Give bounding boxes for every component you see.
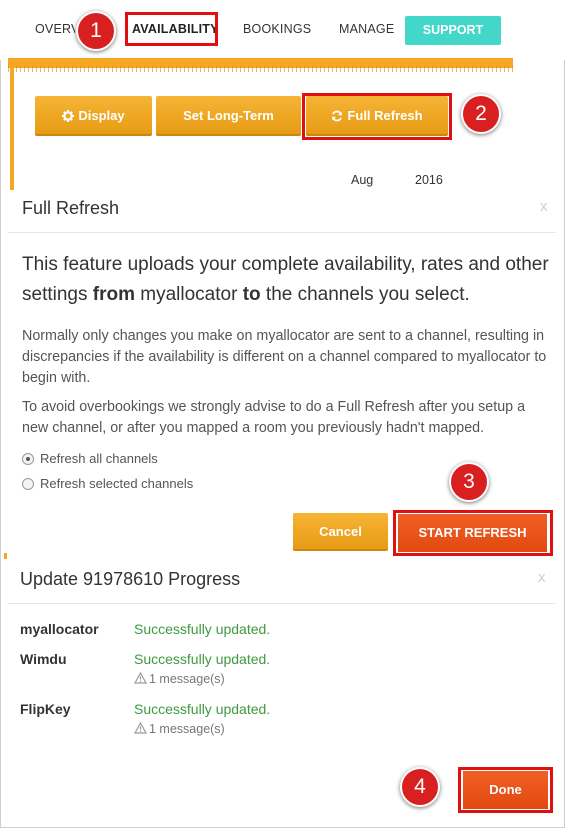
nav-bookings[interactable]: BOOKINGS	[243, 22, 311, 36]
radio-refresh-all-label: Refresh all channels	[40, 451, 158, 466]
radio-refresh-selected[interactable]: Refresh selected channels	[22, 476, 193, 491]
nav-support-button[interactable]: SUPPORT	[405, 16, 501, 45]
result-status-flipkey: Successfully updated.	[134, 701, 271, 717]
result-channel-wimdu: Wimdu	[20, 651, 67, 667]
callout-1: 1	[76, 11, 116, 51]
highlight-start-refresh	[393, 510, 553, 556]
full-refresh-paragraph-2: To avoid overbookings we strongly advise…	[22, 399, 526, 436]
nav-overview[interactable]: OVERVIEW	[35, 22, 75, 36]
lead-to: to	[242, 284, 261, 305]
nav-manage[interactable]: MANAGE	[339, 22, 394, 36]
result-status-wimdu: Successfully updated.	[134, 651, 271, 667]
calendar-month: Aug	[351, 173, 374, 187]
radio-button-checked[interactable]	[22, 453, 34, 465]
result-message-flipkey[interactable]: 1 message(s)	[133, 721, 225, 736]
progress-close-button[interactable]: x	[538, 569, 546, 586]
full-refresh-close-button[interactable]: x	[540, 198, 548, 215]
cancel-button[interactable]: Cancel	[293, 513, 388, 551]
modal-divider	[8, 232, 556, 233]
result-message-wimdu-text: 1 message(s)	[149, 672, 225, 686]
set-long-term-button[interactable]: Set Long-Term	[156, 96, 301, 136]
callout-2: 2	[461, 94, 501, 134]
radio-refresh-all[interactable]: Refresh all channels	[22, 451, 158, 466]
highlight-done	[458, 767, 553, 813]
lead-from: from	[92, 284, 135, 305]
full-refresh-modal-title: Full Refresh	[22, 198, 120, 218]
radio-button-unchecked[interactable]	[22, 478, 34, 490]
warning-icon	[133, 721, 148, 734]
result-message-wimdu[interactable]: 1 message(s)	[133, 671, 225, 686]
full-refresh-lead-text: This feature uploads your complete avail…	[22, 250, 552, 310]
progress-modal-title: Update 91978610 Progress	[20, 569, 241, 589]
highlight-availability	[125, 12, 218, 46]
result-channel-myallocator: myallocator	[20, 621, 99, 637]
gear-icon	[62, 110, 75, 122]
result-channel-flipkey: FlipKey	[20, 701, 71, 717]
callout-4: 4	[400, 767, 440, 807]
highlight-full-refresh	[302, 93, 452, 140]
display-label: Display	[78, 108, 125, 123]
lead-part-2: myallocator	[135, 284, 243, 305]
calendar-year: 2016	[415, 173, 443, 187]
orange-band-left	[10, 62, 14, 190]
result-status-myallocator: Successfully updated.	[134, 621, 271, 637]
progress-divider	[8, 603, 556, 604]
lead-part-3: the channels you select.	[260, 284, 470, 305]
display-button[interactable]: Display	[35, 96, 152, 136]
radio-refresh-selected-label: Refresh selected channels	[40, 476, 194, 491]
side-tick	[4, 553, 7, 559]
callout-3: 3	[449, 462, 489, 502]
result-message-flipkey-text: 1 message(s)	[149, 722, 225, 736]
band-texture	[8, 66, 513, 72]
full-refresh-paragraph-1: Normally only changes you make on myallo…	[22, 328, 547, 386]
warning-icon	[133, 671, 148, 684]
